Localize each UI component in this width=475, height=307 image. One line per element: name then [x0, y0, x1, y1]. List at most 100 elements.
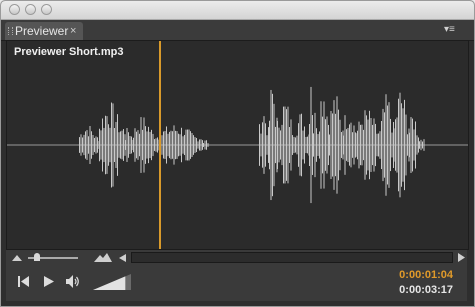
waveform-sample: [296, 135, 298, 155]
waveform-sample: [347, 127, 349, 163]
waveform-sample: [298, 123, 299, 167]
playhead[interactable]: [159, 41, 162, 249]
waveform-sample: [407, 134, 408, 156]
waveform-sample: [191, 133, 193, 157]
waveform-sample: [409, 132, 410, 158]
waveform-sample: [83, 134, 85, 156]
waveform-sample: [126, 128, 128, 162]
go-to-start-icon[interactable]: [18, 276, 29, 287]
waveform-sample: [344, 115, 346, 175]
waveform-sample: [360, 124, 361, 166]
waveform-sample: [350, 122, 352, 168]
waveform-sample: [265, 123, 266, 167]
waveform-sample: [363, 129, 364, 161]
waveform-sample: [355, 132, 356, 158]
waveform-sample: [190, 131, 191, 159]
waveform-sample: [102, 118, 103, 172]
waveform-sample: [402, 108, 404, 182]
waveform-sample: [173, 125, 175, 165]
waveform-sample: [91, 131, 92, 159]
tab-previewer[interactable]: Previewer ×: [5, 22, 83, 40]
waveform-sample: [422, 141, 423, 149]
waveform-sample: [204, 140, 206, 150]
waveform-sample: [313, 133, 314, 157]
waveform-sample: [343, 135, 344, 155]
waveform-sample: [179, 134, 181, 156]
play-icon[interactable]: [44, 276, 54, 287]
waveform-sample: [85, 131, 86, 159]
waveform-sample: [366, 115, 367, 175]
waveform-sample: [412, 118, 413, 172]
waveform-sample: [155, 138, 157, 152]
waveform-sample: [305, 136, 307, 154]
waveform-sample: [149, 131, 151, 159]
waveform-sample: [137, 130, 139, 160]
waveform-sample: [95, 136, 97, 154]
waveform-sample: [115, 121, 117, 169]
waveform-sample: [328, 124, 329, 166]
waveform-sample: [169, 131, 170, 159]
waveform-sample: [346, 129, 347, 161]
waveform-sample: [170, 130, 172, 160]
title-bar[interactable]: [1, 1, 474, 20]
waveform-sample: [109, 127, 111, 163]
waveform-sample: [118, 132, 120, 158]
waveform-sample: [272, 93, 273, 197]
zoom-window-icon[interactable]: [41, 4, 52, 15]
waveform-sample: [139, 133, 140, 157]
tab-bar: Previewer × ▾≡: [1, 20, 474, 41]
scroll-left-icon[interactable]: [119, 254, 126, 262]
waveform-sample: [263, 116, 265, 174]
waveform-sample: [94, 137, 95, 153]
scroll-right-icon[interactable]: [458, 253, 465, 262]
waveform-sample: [284, 106, 286, 184]
waveform-sample: [196, 137, 197, 153]
minimize-window-icon[interactable]: [25, 4, 36, 15]
waveform-sample: [376, 133, 378, 157]
waveform-sample: [145, 126, 146, 164]
waveform-sample: [134, 128, 136, 162]
waveform-sample: [260, 133, 262, 157]
tab-close-icon[interactable]: ×: [70, 22, 76, 40]
waveform-sample: [151, 129, 152, 161]
waveform-sample: [114, 128, 115, 162]
waveform-sample: [289, 127, 290, 163]
waveform-sample: [384, 112, 385, 178]
waveform-sample: [280, 130, 281, 160]
waveform-sample: [275, 126, 276, 164]
waveform-sample: [413, 129, 415, 161]
volume-slider-icon[interactable]: [93, 274, 131, 290]
horizontal-scrollbar[interactable]: [131, 252, 453, 263]
waveform-sample: [269, 120, 270, 170]
waveform-sample: [184, 134, 185, 156]
panel-menu-icon[interactable]: ▾≡: [444, 23, 466, 37]
volume-icon[interactable]: [66, 275, 80, 288]
waveform-sample: [396, 117, 398, 173]
waveform-sample: [154, 139, 155, 151]
waveform-sample: [423, 139, 425, 151]
waveform-sample: [176, 131, 178, 159]
waveform-sample: [157, 137, 158, 153]
zoom-in-mountain-icon[interactable]: [94, 253, 112, 263]
waveform-sample: [295, 137, 296, 153]
waveform-sample: [316, 128, 317, 162]
waveform-sample: [404, 99, 405, 191]
zoom-slider-thumb[interactable]: [34, 253, 40, 261]
tab-grip-icon[interactable]: [8, 27, 13, 35]
zoom-out-mountain-icon[interactable]: [12, 254, 22, 262]
waveform-sample: [99, 128, 100, 162]
waveform-sample: [367, 119, 369, 171]
waveform-sample: [415, 121, 416, 169]
waveform-sample: [373, 118, 375, 172]
waveform-sample: [364, 110, 366, 180]
waveform-sample: [325, 119, 326, 171]
close-window-icon[interactable]: [9, 4, 20, 15]
waveform-sample: [302, 130, 304, 160]
waveform-sample: [108, 124, 109, 166]
waveform-sample: [379, 131, 381, 159]
waveform-display[interactable]: [7, 41, 468, 249]
waveform-sample: [323, 101, 325, 189]
waveform-sample: [142, 129, 143, 161]
waveform-sample: [187, 129, 188, 161]
waveform-sample: [167, 133, 169, 157]
